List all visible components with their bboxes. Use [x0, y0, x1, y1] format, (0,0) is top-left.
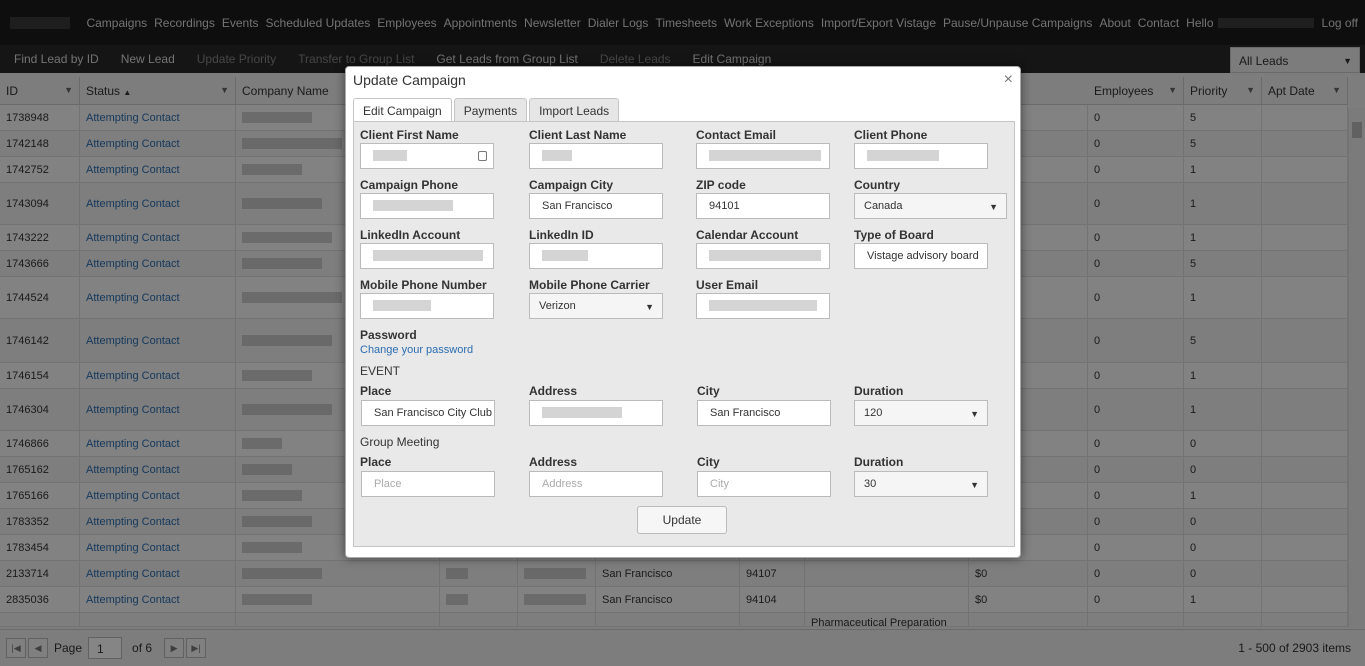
client-first-name-input[interactable] — [360, 143, 494, 169]
redacted-value — [373, 150, 407, 161]
client-last-name-label: Client Last Name — [529, 128, 627, 142]
client-last-name-input[interactable] — [529, 143, 663, 169]
dialog-tabs: Edit Campaign Payments Import Leads — [353, 98, 621, 122]
group-duration-value: 30 — [864, 478, 877, 490]
campaign-phone-label: Campaign Phone — [360, 178, 459, 192]
mobile-number-input[interactable] — [360, 293, 494, 319]
mobile-carrier-value: Verizon — [539, 300, 576, 312]
event-address-input[interactable] — [529, 400, 663, 426]
event-place-input[interactable]: San Francisco City Club — [361, 400, 495, 426]
user-email-label: User Email — [696, 278, 759, 292]
country-select[interactable]: Canada ▼ — [854, 193, 1007, 219]
chevron-down-icon: ▼ — [970, 480, 979, 490]
tab-payments[interactable]: Payments — [453, 98, 528, 122]
linkedin-id-input[interactable] — [529, 243, 663, 269]
redacted-value — [542, 150, 572, 161]
client-phone-input[interactable] — [854, 143, 988, 169]
mobile-carrier-select[interactable]: Verizon ▼ — [529, 293, 663, 319]
chevron-down-icon: ▼ — [970, 409, 979, 419]
client-phone-label: Client Phone — [854, 128, 928, 142]
redacted-value — [709, 150, 821, 161]
redacted-value — [373, 300, 431, 311]
keyboard-icon — [478, 151, 487, 161]
group-place-input[interactable]: Place — [361, 471, 495, 497]
redacted-value — [867, 150, 939, 161]
contact-email-input[interactable] — [696, 143, 830, 169]
group-duration-select[interactable]: 30 ▼ — [854, 471, 988, 497]
campaign-phone-input[interactable] — [360, 193, 494, 219]
client-first-name-label: Client First Name — [360, 128, 459, 142]
event-duration-value: 120 — [864, 407, 883, 419]
close-icon[interactable]: × — [1004, 71, 1013, 89]
linkedin-account-input[interactable] — [360, 243, 494, 269]
redacted-value — [542, 407, 622, 418]
redacted-value — [373, 250, 483, 261]
password-label: Password — [360, 328, 417, 342]
group-meeting-section-title: Group Meeting — [360, 435, 440, 449]
user-email-input[interactable] — [696, 293, 830, 319]
redacted-value — [709, 300, 817, 311]
tab-import-leads[interactable]: Import Leads — [529, 98, 620, 122]
event-address-label: Address — [529, 384, 578, 398]
group-city-label: City — [697, 455, 720, 469]
linkedin-id-label: LinkedIn ID — [529, 228, 594, 242]
group-address-label: Address — [529, 455, 578, 469]
board-type-input[interactable]: Vistage advisory board — [854, 243, 988, 269]
linkedin-account-label: LinkedIn Account — [360, 228, 461, 242]
group-place-label: Place — [360, 455, 392, 469]
contact-email-label: Contact Email — [696, 128, 777, 142]
campaign-city-input[interactable]: San Francisco — [529, 193, 663, 219]
redacted-value — [373, 200, 453, 211]
campaign-city-label: Campaign City — [529, 178, 614, 192]
country-label: Country — [854, 178, 900, 192]
chevron-down-icon: ▼ — [989, 202, 998, 212]
chevron-down-icon: ▼ — [645, 302, 654, 312]
edit-campaign-form: Client First Name Client Last Name Conta… — [353, 121, 1015, 547]
event-city-input[interactable]: San Francisco — [697, 400, 831, 426]
event-city-label: City — [697, 384, 720, 398]
event-place-label: Place — [360, 384, 392, 398]
update-button[interactable]: Update — [637, 506, 727, 534]
group-city-input[interactable]: City — [697, 471, 831, 497]
redacted-value — [709, 250, 821, 261]
event-section-title: EVENT — [360, 364, 401, 378]
zip-code-label: ZIP code — [696, 178, 746, 192]
dialog-title: Update Campaign — [353, 72, 466, 88]
mobile-number-label: Mobile Phone Number — [360, 278, 487, 292]
calendar-account-label: Calendar Account — [696, 228, 799, 242]
mobile-carrier-label: Mobile Phone Carrier — [529, 278, 650, 292]
country-value: Canada — [864, 200, 903, 212]
board-type-label: Type of Board — [854, 228, 934, 242]
redacted-value — [542, 250, 588, 261]
group-duration-label: Duration — [854, 455, 904, 469]
event-duration-select[interactable]: 120 ▼ — [854, 400, 988, 426]
tab-edit-campaign[interactable]: Edit Campaign — [353, 98, 452, 122]
event-duration-label: Duration — [854, 384, 904, 398]
update-campaign-dialog: Update Campaign × Edit Campaign Payments… — [345, 66, 1021, 558]
change-password-link[interactable]: Change your password — [360, 344, 473, 356]
calendar-account-input[interactable] — [696, 243, 830, 269]
zip-code-input[interactable]: 94101 — [696, 193, 830, 219]
group-address-input[interactable]: Address — [529, 471, 663, 497]
